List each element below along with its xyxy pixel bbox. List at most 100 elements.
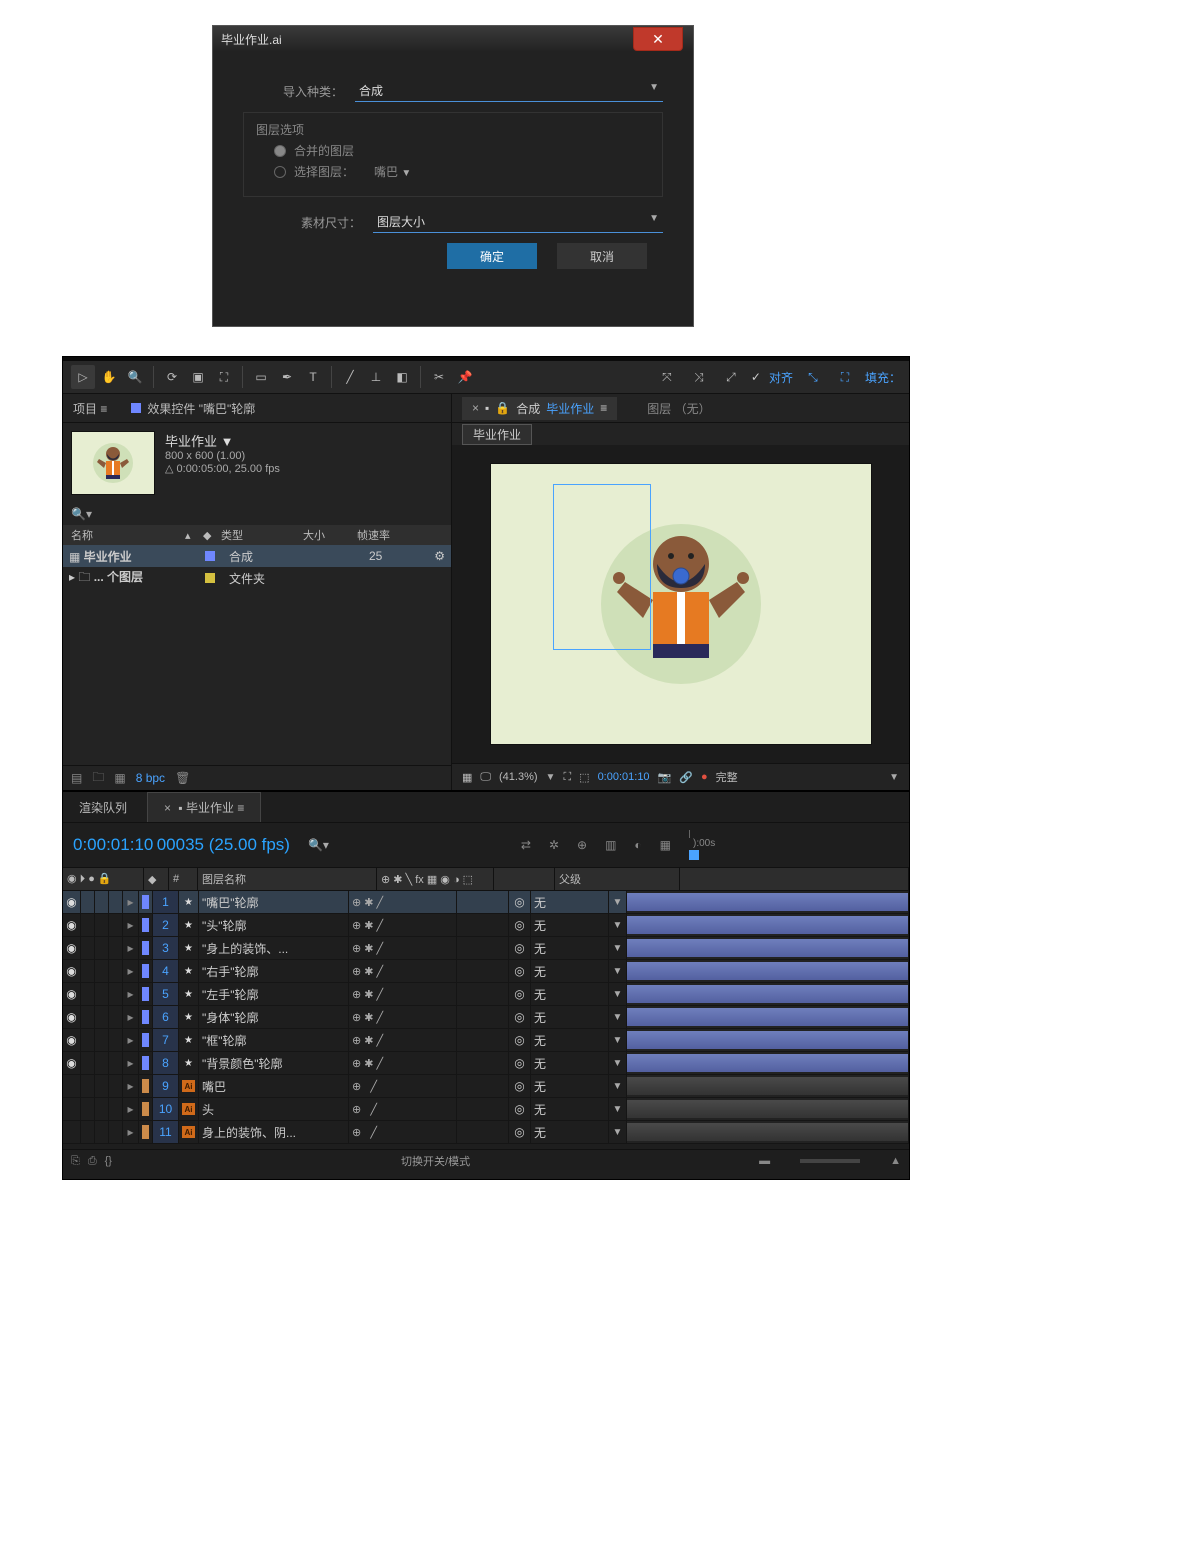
eye-icon[interactable]: ◉	[66, 987, 76, 1001]
layer-track[interactable]	[627, 1121, 909, 1143]
eye-icon[interactable]: ◉	[66, 1033, 76, 1047]
frame-blend-icon[interactable]: ▥	[605, 838, 616, 852]
comp-name-link[interactable]: 毕业作业	[546, 400, 594, 417]
layer-switches[interactable]: ⊕ ╱	[349, 1121, 457, 1143]
parent-select[interactable]: 无	[531, 1029, 609, 1051]
layer-row[interactable]: ◉ ▸ 3 ★ "身上的装饰、... ⊕ ✱ ╱ ◎ 无 ▼	[63, 937, 909, 960]
expand-arrow[interactable]: ▸	[123, 1121, 139, 1143]
layer-row[interactable]: ▸ 9 Ai 嘴巴 ⊕ ╱ ◎ 无 ▼	[63, 1075, 909, 1098]
parent-select[interactable]: 无	[531, 914, 609, 936]
shy-icon[interactable]: ⊕	[577, 838, 587, 852]
effects-tab[interactable]: 效果控件 "嘴巴"轮廓	[131, 400, 255, 417]
viewer-time[interactable]: 0:00:01:10	[598, 771, 650, 783]
choose-layer-radio[interactable]: 选择图层： 嘴巴 ▼	[274, 163, 650, 180]
composition-tab[interactable]: × ▪ 🔒 合成 毕业作业 ≡	[462, 397, 617, 420]
parent-select[interactable]: 无	[531, 1006, 609, 1028]
zoom-in-icon[interactable]: ▲	[890, 1155, 901, 1167]
hdr-parent[interactable]: 父级	[555, 868, 680, 890]
motion-blur-icon[interactable]: ◐	[634, 838, 641, 852]
parent-select[interactable]: 无	[531, 1098, 609, 1120]
snap-icon[interactable]: ⤡	[801, 365, 825, 389]
cancel-button[interactable]: 取消	[557, 243, 647, 269]
pickwhip-icon[interactable]: ◎	[509, 1121, 531, 1143]
layer-track[interactable]	[627, 1029, 909, 1051]
pickwhip-icon[interactable]: ◎	[509, 914, 531, 936]
pickwhip-icon[interactable]: ◎	[509, 1006, 531, 1028]
axis-view-icon[interactable]: ⤢	[719, 365, 743, 389]
folder-icon[interactable]: 🗀	[92, 768, 104, 789]
layer-switches[interactable]: ⊕ ✱ ╱	[349, 983, 457, 1005]
pickwhip-icon[interactable]: ◎	[509, 1098, 531, 1120]
footage-dim-select[interactable]: 图层大小 ▼	[373, 211, 663, 233]
import-type-select[interactable]: 合成 ▼	[355, 80, 663, 102]
layer-switches[interactable]: ⊕ ╱	[349, 1075, 457, 1097]
layer-color-swatch[interactable]	[142, 1079, 149, 1093]
layer-row[interactable]: ◉ ▸ 1 ★ "嘴巴"轮廓 ⊕ ✱ ╱ ◎ 无 ▼	[63, 891, 909, 914]
layer-color-swatch[interactable]	[142, 895, 149, 909]
zoom-level[interactable]: (41.3%)	[499, 771, 538, 783]
toggle-switches-modes[interactable]: 切换开关/模式	[401, 1153, 470, 1169]
expand-arrow[interactable]: ▸	[123, 1098, 139, 1120]
zoom-out-icon[interactable]: ▬	[759, 1155, 770, 1167]
layer-color-swatch[interactable]	[142, 987, 149, 1001]
eye-icon[interactable]: ◉	[66, 918, 76, 932]
layer-name[interactable]: "框"轮廓	[199, 1029, 349, 1051]
layer-row[interactable]: ◉ ▸ 6 ★ "身体"轮廓 ⊕ ✱ ╱ ◎ 无 ▼	[63, 1006, 909, 1029]
parent-select[interactable]: 无	[531, 1075, 609, 1097]
render-queue-tab[interactable]: 渲染队列	[63, 793, 143, 822]
flowchart-icon[interactable]: ▤	[71, 771, 82, 785]
layer-track[interactable]	[627, 1098, 909, 1120]
toggle-switches-icon[interactable]: ⎘	[71, 1155, 80, 1168]
expand-arrow[interactable]: ▸	[123, 937, 139, 959]
layer-track[interactable]	[627, 1006, 909, 1028]
rotate-tool[interactable]: ⟳	[160, 365, 184, 389]
layer-row[interactable]: ▸ 10 Ai 头 ⊕ ╱ ◎ 无 ▼	[63, 1098, 909, 1121]
layer-color-swatch[interactable]	[142, 1033, 149, 1047]
pickwhip-icon[interactable]: ◎	[509, 960, 531, 982]
layer-row[interactable]: ▸ 11 Ai 身上的装饰、阴... ⊕ ╱ ◎ 无 ▼	[63, 1121, 909, 1144]
color-mgmt-icon[interactable]: ●	[701, 771, 708, 783]
layer-name[interactable]: 身上的装饰、阴...	[199, 1121, 349, 1143]
close-tab-icon[interactable]: ×	[164, 801, 171, 815]
timeline-ruler[interactable]: ):00s	[689, 830, 899, 860]
layer-color-swatch[interactable]	[142, 964, 149, 978]
bpc-label[interactable]: 8 bpc	[136, 771, 165, 785]
project-item[interactable]: ▦ 毕业作业合成25⚙	[63, 545, 451, 567]
layer-name[interactable]: "嘴巴"轮廓	[199, 891, 349, 913]
layer-name[interactable]: 头	[199, 1098, 349, 1120]
expand-arrow[interactable]: ▸	[123, 1006, 139, 1028]
layer-switches[interactable]: ⊕ ✱ ╱	[349, 914, 457, 936]
text-tool[interactable]: T	[301, 365, 325, 389]
expand-icon[interactable]: ⛶	[833, 365, 857, 389]
monitor-icon[interactable]: 🖵	[480, 771, 491, 784]
layer-track[interactable]	[627, 937, 909, 959]
layer-color-swatch[interactable]	[142, 918, 149, 932]
eye-icon[interactable]: ◉	[66, 1010, 76, 1024]
layer-color-swatch[interactable]	[142, 1010, 149, 1024]
pan-behind-tool[interactable]: ⛶	[212, 365, 236, 389]
pen-tool[interactable]: ✒	[275, 365, 299, 389]
pin-tool[interactable]: 📌	[453, 365, 477, 389]
roto-tool[interactable]: ✂	[427, 365, 451, 389]
layer-name[interactable]: "身上的装饰、...	[199, 937, 349, 959]
merged-layers-radio[interactable]: 合并的图层	[274, 142, 650, 159]
layer-color-swatch[interactable]	[142, 1102, 149, 1116]
zoom-tool[interactable]: 🔍	[123, 365, 147, 389]
layer-row[interactable]: ◉ ▸ 2 ★ "头"轮廓 ⊕ ✱ ╱ ◎ 无 ▼	[63, 914, 909, 937]
expand-arrow[interactable]: ▸	[123, 1052, 139, 1074]
layer-switches[interactable]: ⊕ ✱ ╱	[349, 937, 457, 959]
region-icon[interactable]: ⛶	[563, 771, 571, 784]
expand-arrow[interactable]: ▸	[123, 914, 139, 936]
layer-track[interactable]	[627, 960, 909, 982]
chevron-down-icon[interactable]: ▼	[889, 772, 899, 783]
project-tab[interactable]: 项目 ≡	[73, 400, 107, 417]
stamp-tool[interactable]: ⊥	[364, 365, 388, 389]
layer-color-swatch[interactable]	[142, 941, 149, 955]
layer-name[interactable]: "身体"轮廓	[199, 1006, 349, 1028]
draft3d-icon[interactable]: ✲	[549, 838, 559, 852]
chevron-down-icon[interactable]: ▼	[546, 772, 556, 783]
hand-tool[interactable]: ✋	[97, 365, 121, 389]
eye-icon[interactable]: ◉	[66, 941, 76, 955]
project-item[interactable]: ▸ 🗀 ... 个图层文件夹	[63, 567, 451, 589]
comp-mini-flowchart-icon[interactable]: ⇄	[521, 838, 531, 852]
